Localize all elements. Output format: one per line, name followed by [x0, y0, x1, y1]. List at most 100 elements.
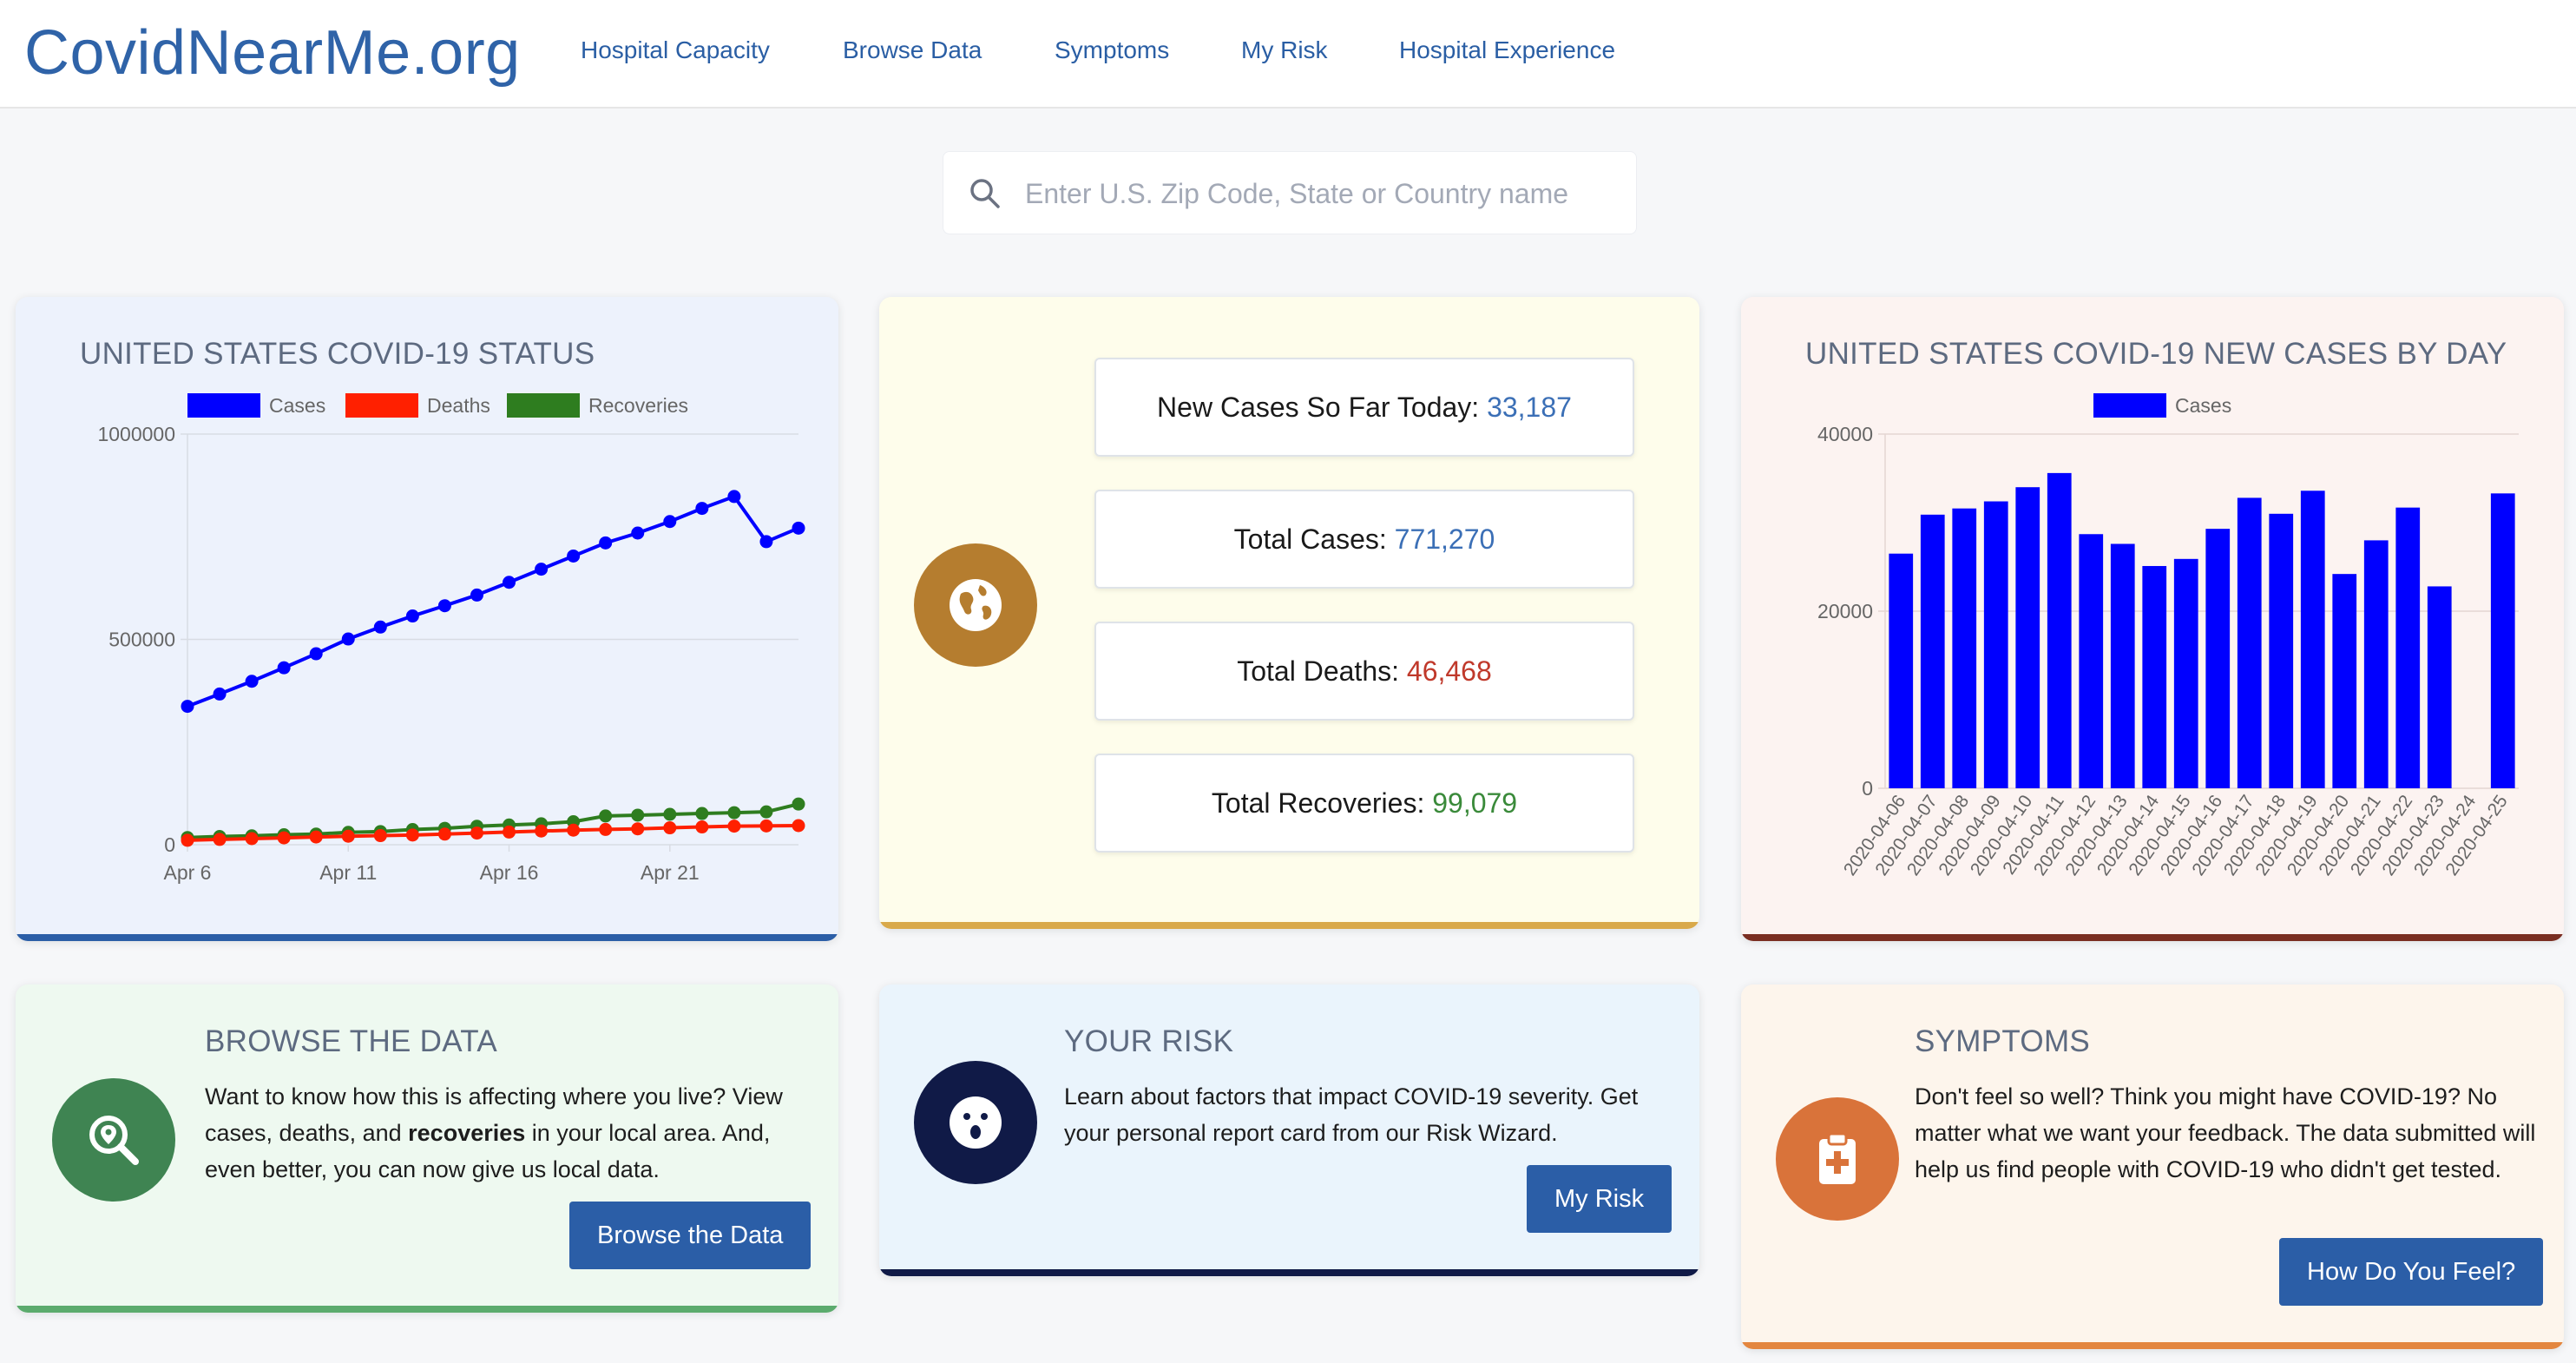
y-tick-label: 0 [1862, 777, 1873, 800]
bar [2332, 574, 2357, 788]
total-cases-stat: Total Cases: 771,270 [1094, 490, 1634, 589]
browse-data-button[interactable]: Browse the Data [569, 1202, 812, 1269]
new-cases-stat: New Cases So Far Today: 33,187 [1094, 358, 1634, 457]
legend-swatch [345, 393, 418, 418]
data-point [373, 620, 387, 634]
data-point [695, 502, 709, 516]
medical-clipboard-icon [1819, 1132, 1856, 1184]
bar [2110, 543, 2135, 788]
legend-label: Cases [2175, 394, 2231, 417]
nav-browse-data[interactable]: Browse Data [843, 36, 982, 64]
y-tick-label: 40000 [1817, 423, 1873, 445]
bar [2142, 565, 2167, 788]
nav-symptoms[interactable]: Symptoms [1055, 36, 1169, 64]
x-tick-label: Apr 6 [164, 861, 212, 884]
nav-hospital-experience[interactable]: Hospital Experience [1399, 36, 1615, 64]
data-point [405, 828, 419, 842]
globe-badge [914, 543, 1037, 667]
total-recoveries-stat: Total Recoveries: 99,079 [1094, 754, 1634, 853]
bar [2015, 487, 2040, 788]
bar [2237, 497, 2262, 788]
total-deaths-stat: Total Deaths: 46,468 [1094, 622, 1634, 721]
data-point [245, 832, 259, 846]
bar [2490, 493, 2515, 788]
bar [2427, 586, 2452, 788]
risk-badge [914, 1061, 1037, 1184]
symptoms-badge [1776, 1097, 1899, 1221]
data-point [631, 822, 645, 836]
data-point [309, 647, 323, 661]
risk-description: Learn about factors that impact COVID-19… [1064, 1083, 1639, 1146]
browse-description: Want to know how this is affecting where… [205, 1083, 783, 1182]
symptoms-card: SYMPTOMS Don't feel so well? Think you m… [1741, 984, 2564, 1349]
data-point [309, 830, 323, 844]
nav-hospital-capacity[interactable]: Hospital Capacity [581, 36, 770, 64]
data-point [470, 826, 483, 840]
total-recoveries-value: 99,079 [1432, 787, 1518, 819]
bar [2395, 507, 2421, 788]
total-cases-label: Total Cases: [1233, 523, 1395, 555]
data-point [599, 536, 613, 550]
data-point [599, 809, 613, 823]
us-new-cases-card: UNITED STATES COVID-19 NEW CASES BY DAY … [1741, 297, 2564, 941]
search-icon [970, 179, 1000, 208]
data-point [631, 808, 645, 822]
data-point [631, 526, 645, 540]
data-point [341, 632, 355, 646]
browse-badge [52, 1078, 175, 1202]
data-point [727, 806, 741, 820]
data-point [437, 827, 451, 841]
legend-label: Cases [269, 394, 325, 417]
data-point [535, 824, 549, 838]
bar [1889, 553, 1914, 788]
data-point [727, 820, 741, 833]
data-point [277, 831, 291, 845]
browse-title: BROWSE THE DATA [205, 1024, 498, 1058]
data-point [341, 829, 355, 843]
legend-swatch [507, 393, 580, 418]
data-point [792, 819, 805, 833]
data-point [503, 576, 516, 589]
how-do-you-feel-button[interactable]: How Do You Feel? [2279, 1238, 2544, 1306]
new-cases-label: New Cases So Far Today: [1157, 392, 1488, 423]
total-deaths-value: 46,468 [1406, 655, 1492, 687]
data-point [470, 588, 483, 602]
bar [2173, 558, 2198, 788]
data-point [695, 807, 709, 820]
my-risk-button[interactable]: My Risk [1527, 1165, 1672, 1233]
new-cases-value: 33,187 [1487, 392, 1572, 423]
bar [1983, 501, 2008, 788]
legend-label: Deaths [427, 394, 490, 417]
y-tick-label: 500000 [108, 629, 175, 651]
card-accent-bar [879, 922, 1699, 929]
series-line [187, 494, 799, 708]
x-tick-label: Apr 16 [480, 861, 539, 884]
your-risk-card: YOUR RISK Learn about factors that impac… [879, 984, 1699, 1276]
data-point [792, 797, 805, 811]
bar [2047, 472, 2072, 788]
surprised-face-icon [950, 1096, 1002, 1149]
data-point [567, 823, 581, 837]
data-point [245, 675, 259, 688]
card-accent-bar [1741, 934, 2564, 941]
data-point [567, 549, 581, 563]
us-status-card: UNITED STATES COVID-19 STATUS 0 500000 100… [16, 297, 838, 941]
data-point [759, 805, 773, 819]
card-accent-bar [1741, 1342, 2564, 1349]
data-point [181, 833, 194, 847]
symptoms-title: SYMPTOMS [1915, 1024, 2091, 1058]
symptoms-description: Don't feel so well? Think you might have… [1915, 1083, 2536, 1182]
total-cases-value: 771,270 [1394, 523, 1495, 555]
globe-icon [950, 579, 1002, 631]
search-box [943, 151, 1637, 234]
data-point [599, 822, 613, 836]
data-point [759, 535, 773, 549]
status-line-chart: 0 500000 1000000 Apr 6 Apr 11 Apr 16 Apr 21 Cas… [97, 393, 805, 884]
site-logo[interactable]: CovidNearMe.org [24, 17, 521, 89]
nav-my-risk[interactable]: My Risk [1241, 36, 1328, 64]
y-tick-label: 1000000 [97, 423, 175, 445]
search-input[interactable] [1025, 169, 1615, 218]
legend-swatch [2093, 393, 2166, 418]
card-accent-bar [16, 1306, 838, 1313]
bar [1952, 508, 1977, 788]
